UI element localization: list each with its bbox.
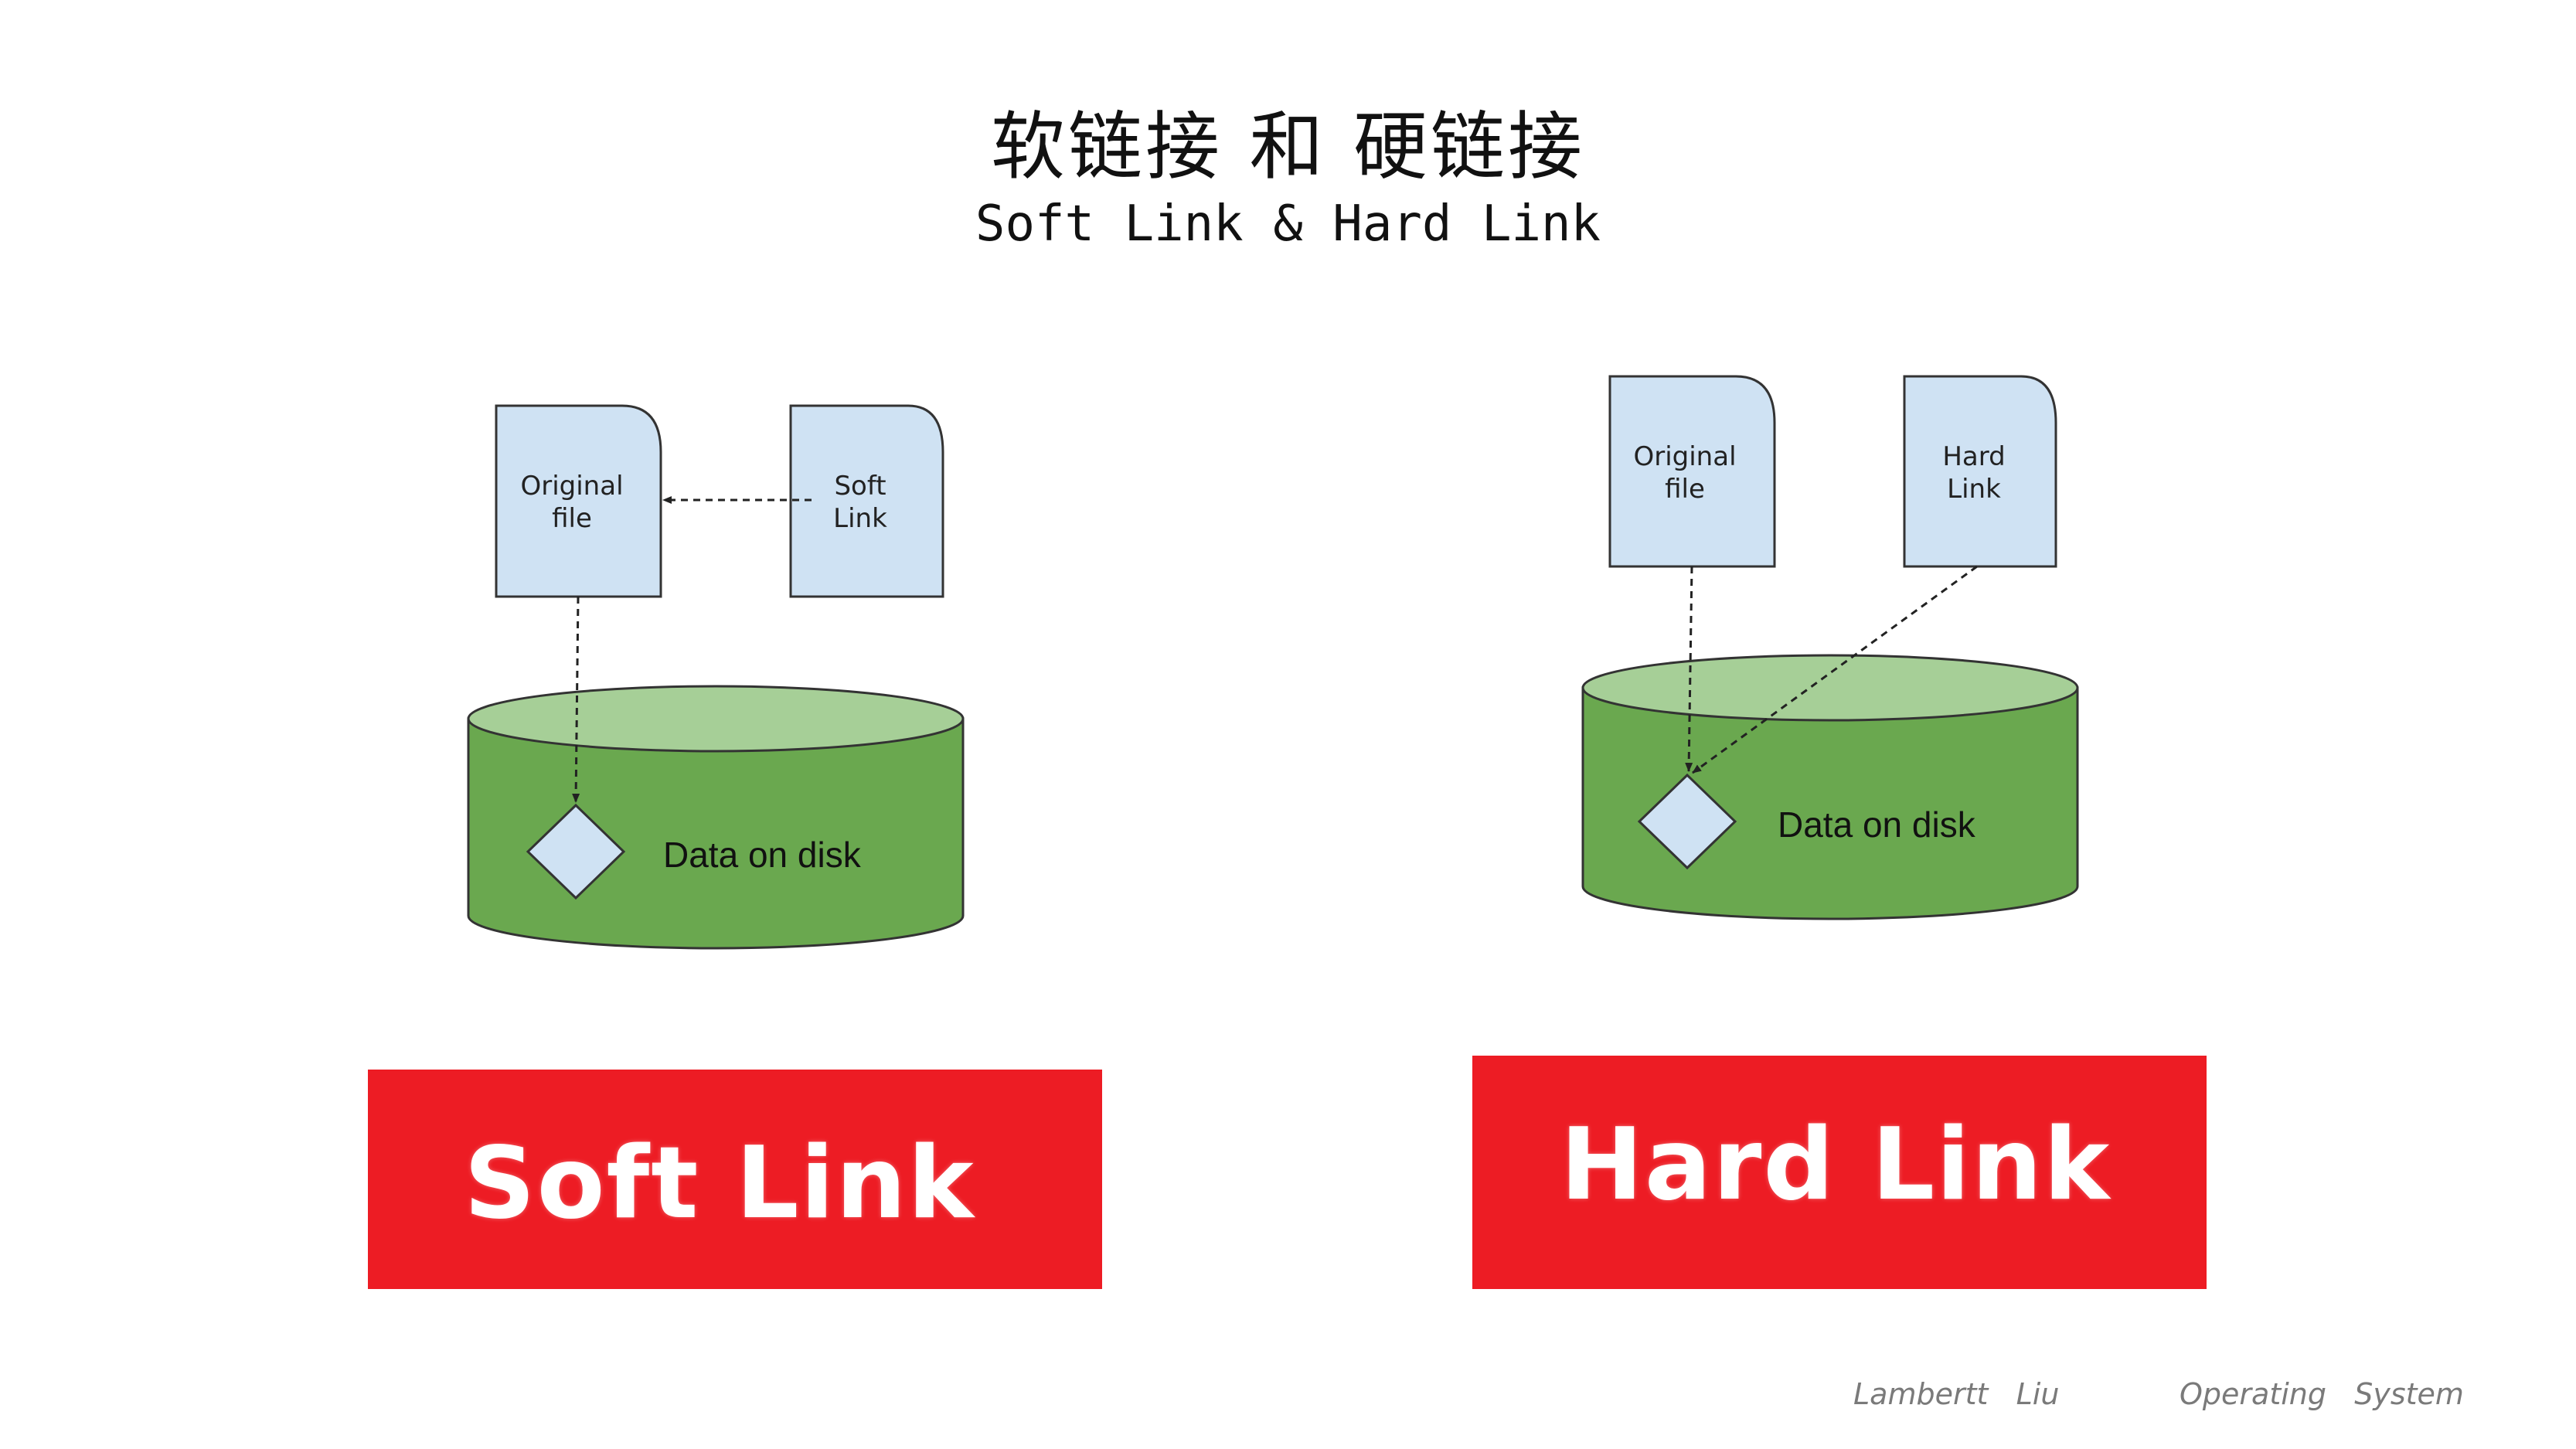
footer-course: Operating System (2180, 1377, 2464, 1411)
soft-link-diagram: Data on disk Original file Soft Link (467, 404, 965, 950)
hard-link-banner-text: Hard Link (1560, 1107, 2112, 1223)
hard-link-banner: Hard Link (1472, 1056, 2207, 1289)
footer-author: Lambertt Liu (1853, 1377, 2060, 1411)
hard-link-diagram: Data on disk Original file Hard Link (1581, 375, 2079, 920)
hard-original-file-label-1: Original (1633, 441, 1736, 472)
soft-original-file-icon: Original file (495, 404, 662, 598)
soft-link-file-icon: Soft Link (789, 404, 944, 598)
soft-original-file-label-1: Original (520, 471, 623, 502)
hard-disk-label: Data on disk (1778, 804, 1976, 845)
soft-link-file-label-1: Soft (834, 471, 886, 502)
hard-link-file-icon: Hard Link (1903, 375, 2057, 568)
soft-link-banner-text: Soft Link (464, 1125, 975, 1241)
soft-link-banner: Soft Link (368, 1070, 1102, 1289)
hard-link-file-label-2: Link (1947, 474, 2001, 505)
soft-disk-label: Data on disk (663, 835, 862, 875)
hard-link-file-label-1: Hard (1942, 441, 2005, 472)
soft-link-file-label-2: Link (833, 503, 887, 534)
hard-disk-cylinder (1581, 654, 2079, 920)
hard-original-file-icon: Original file (1608, 375, 1776, 568)
soft-original-file-label-2: file (552, 503, 592, 534)
soft-disk-cylinder (467, 685, 965, 950)
hard-original-file-label-2: file (1665, 474, 1705, 505)
